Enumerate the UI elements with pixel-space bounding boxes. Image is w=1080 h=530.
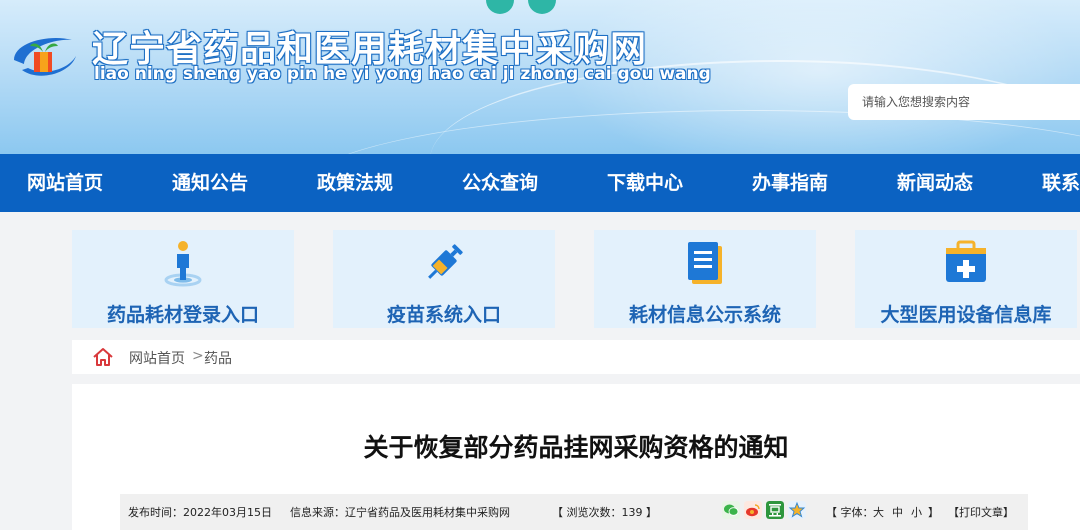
breadcrumb-home-link[interactable]: 网站首页 bbox=[129, 348, 185, 368]
font-size-bracket: 】 bbox=[928, 506, 939, 519]
card-label: 疫苗系统入口 bbox=[386, 304, 501, 326]
font-size-medium-button[interactable]: 中 bbox=[892, 504, 903, 520]
wechat-share-icon[interactable] bbox=[722, 501, 740, 519]
view-count: 【 浏览次数：139 】 bbox=[552, 506, 657, 519]
nav-item-public-query[interactable]: 公众查询 bbox=[462, 154, 538, 212]
qzone-share-icon[interactable] bbox=[788, 501, 806, 519]
card-medical-equipment-db[interactable]: 大型医用设备信息库 bbox=[855, 230, 1077, 328]
header-decor-circle bbox=[486, 0, 514, 14]
site-title-pinyin: liao ning sheng yao pin he yi yong hao c… bbox=[94, 64, 711, 84]
font-size-large-button[interactable]: 大 bbox=[873, 504, 884, 520]
nav-item-contact[interactable]: 联系 bbox=[1042, 154, 1080, 212]
search-input[interactable] bbox=[848, 84, 1080, 120]
print-article-button[interactable]: 【打印文章】 bbox=[948, 504, 1014, 520]
card-vaccine-system[interactable]: 疫苗系统入口 bbox=[333, 230, 555, 328]
site-header: 辽宁省药品和医用耗材集中采购网 liao ning sheng yao pin … bbox=[0, 0, 1080, 154]
header-decor-circle bbox=[528, 0, 556, 14]
card-drug-supply-login[interactable]: 药品耗材登录入口 bbox=[72, 230, 294, 328]
weibo-share-icon[interactable] bbox=[744, 501, 762, 519]
article-title: 关于恢复部分药品挂网采购资格的通知 bbox=[363, 433, 789, 462]
breadcrumb-current[interactable]: 药品 bbox=[204, 348, 232, 368]
publish-date: 发布时间：2022年03月15日 bbox=[128, 506, 272, 519]
card-label: 耗材信息公示系统 bbox=[628, 304, 781, 326]
card-consumables-disclosure[interactable]: 耗材信息公示系统 bbox=[594, 230, 816, 328]
main-nav: 网站首页 通知公告 政策法规 公众查询 下载中心 办事指南 新闻动态 联系 bbox=[0, 154, 1080, 212]
nav-item-downloads[interactable]: 下载中心 bbox=[607, 154, 683, 212]
person-pin-icon bbox=[164, 241, 202, 287]
nav-item-news[interactable]: 新闻动态 bbox=[897, 154, 973, 212]
nav-item-notices[interactable]: 通知公告 bbox=[172, 154, 248, 212]
syringe-icon bbox=[428, 244, 463, 279]
site-logo-icon[interactable] bbox=[10, 30, 80, 84]
article-meta-bar: 发布时间：2022年03月15日 信息来源：辽宁省药品及医用耗材集中采购网 【 … bbox=[120, 494, 1028, 530]
breadcrumb: 网站首页 > 药品 bbox=[72, 340, 1080, 374]
font-size-label: 【 字体： bbox=[826, 506, 874, 519]
medical-kit-icon bbox=[946, 240, 986, 282]
card-label: 大型医用设备信息库 bbox=[880, 304, 1052, 326]
nav-item-policies[interactable]: 政策法规 bbox=[317, 154, 393, 212]
font-size-small-button[interactable]: 小 bbox=[911, 504, 922, 520]
nav-item-guide[interactable]: 办事指南 bbox=[752, 154, 828, 212]
home-icon[interactable] bbox=[92, 346, 114, 368]
breadcrumb-separator: > bbox=[192, 348, 204, 364]
douban-share-icon[interactable] bbox=[766, 501, 784, 519]
card-label: 药品耗材登录入口 bbox=[106, 304, 259, 326]
article-panel: 关于恢复部分药品挂网采购资格的通知 发布时间：2022年03月15日 信息来源：… bbox=[72, 384, 1080, 530]
info-source: 信息来源：辽宁省药品及医用耗材集中采购网 bbox=[290, 506, 510, 519]
document-icon bbox=[688, 242, 722, 284]
nav-item-home[interactable]: 网站首页 bbox=[27, 154, 103, 212]
